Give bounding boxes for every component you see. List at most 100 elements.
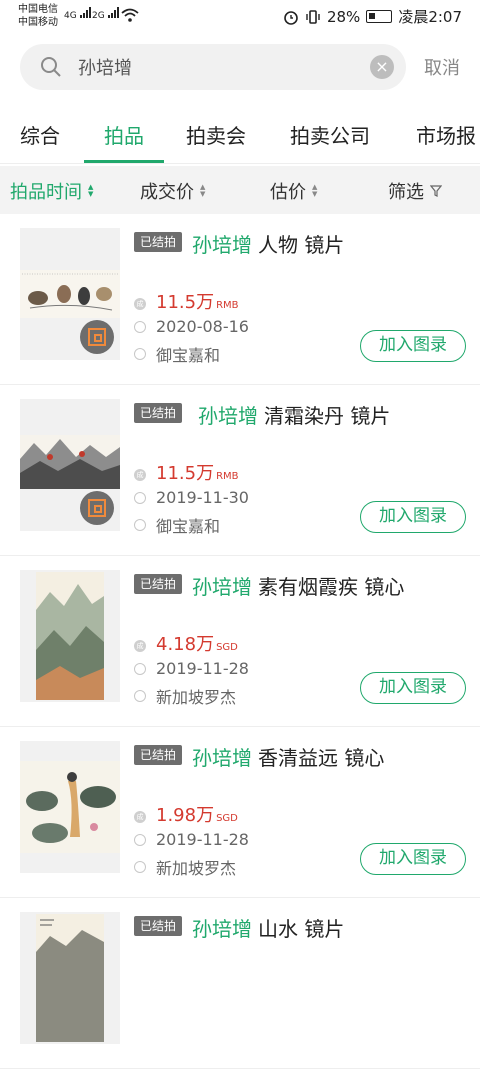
clock-icon: [134, 491, 146, 504]
deal-price: 成 11.5万 RMB: [134, 288, 239, 314]
sort-lot-time-label: 拍品时间: [10, 182, 82, 203]
category-tabs: 综合 拍品 拍卖会 拍卖公司 市场报: [0, 100, 480, 164]
sort-lot-time[interactable]: 拍品时间 ▲ ▼: [10, 178, 93, 204]
tab-lots[interactable]: 拍品: [104, 120, 144, 149]
status-badge: 已结拍: [134, 916, 183, 936]
house-icon: [134, 861, 146, 873]
lot-thumbnail[interactable]: [20, 570, 120, 702]
price-icon: 成: [134, 811, 146, 823]
house-icon: [134, 519, 146, 531]
auction-house: 御宝嘉和: [134, 342, 220, 366]
artist-name[interactable]: 孙培增: [192, 746, 252, 770]
clear-search-icon[interactable]: ×: [370, 55, 394, 79]
lot-title[interactable]: 孙培增 香清益远 镜心: [192, 742, 384, 771]
artwork-name: 人物 镜片: [258, 233, 345, 257]
add-to-catalog-button[interactable]: 加入图录: [360, 501, 466, 533]
auction-house: 新加坡罗杰: [134, 855, 236, 879]
price-currency: RMB: [216, 300, 239, 311]
artist-name[interactable]: 孙培增: [198, 404, 258, 428]
tab-market-report[interactable]: 市场报: [416, 120, 476, 149]
add-to-catalog-button[interactable]: 加入图录: [360, 672, 466, 704]
house-icon: [134, 348, 146, 360]
date-text: 2019-11-30: [156, 488, 249, 507]
view-360-glyph: [88, 499, 106, 517]
price-currency: RMB: [216, 471, 239, 482]
tab-auctions[interactable]: 拍卖会: [186, 120, 246, 149]
signal-1: 4G: [64, 6, 91, 21]
painting-lotus-figure-image: [20, 761, 120, 853]
price-currency: SGD: [216, 642, 238, 653]
clock-time: 凌晨2:07: [398, 8, 462, 26]
auction-date: 2019-11-28: [134, 830, 249, 849]
lot-thumbnail[interactable]: [20, 228, 120, 360]
date-text: 2019-11-28: [156, 659, 249, 678]
price-icon: 成: [134, 469, 146, 481]
list-item[interactable]: 已结拍 孙培增 人物 镜片 成 11.5万 RMB 2020-08-16 御宝嘉和…: [0, 214, 480, 385]
view-360-icon[interactable]: [80, 320, 114, 354]
artist-name[interactable]: 孙培增: [192, 917, 252, 941]
cancel-button[interactable]: 取消: [424, 54, 460, 80]
auction-house: 新加坡罗杰: [134, 684, 236, 708]
house-text: 御宝嘉和: [156, 346, 221, 365]
sort-estimate[interactable]: 估价 ▲ ▼: [270, 178, 317, 204]
list-item[interactable]: 已结拍 孙培增 素有烟霞疾 镜心 成 4.18万 SGD 2019-11-28 新…: [0, 556, 480, 727]
house-text: 御宝嘉和: [156, 517, 221, 536]
status-badge: 已结拍: [134, 403, 183, 423]
lot-title[interactable]: 孙培增 山水 镜片: [192, 913, 344, 942]
price-icon: 成: [134, 298, 146, 310]
network-type-2: 2G: [92, 11, 105, 21]
add-to-catalog-button[interactable]: 加入图录: [360, 843, 466, 875]
artwork-name: 清霜染丹 镜片: [264, 404, 391, 428]
lot-title[interactable]: 孙培增 人物 镜片: [192, 229, 344, 258]
lot-thumbnail[interactable]: [20, 912, 120, 1044]
alarm-icon: [284, 10, 298, 25]
list-item[interactable]: 已结拍 孙培增 山水 镜片: [0, 898, 480, 1069]
carrier-2: 中国移动: [18, 17, 58, 28]
clock-icon: [134, 320, 146, 333]
price-value: 11.5万: [156, 292, 215, 313]
price-currency: SGD: [216, 813, 238, 824]
auction-date: 2019-11-28: [134, 659, 249, 678]
add-to-catalog-button[interactable]: 加入图录: [360, 330, 466, 362]
clock-icon: [134, 833, 146, 846]
filter-button[interactable]: 筛选: [388, 178, 442, 204]
deal-price: 成 4.18万 SGD: [134, 630, 238, 656]
lot-title[interactable]: 孙培增 素有烟霞疾 镜心: [192, 571, 404, 600]
battery-percent: 28%: [326, 7, 361, 26]
auction-date: 2019-11-30: [134, 488, 249, 507]
filter-funnel-icon: [430, 185, 442, 197]
price-icon: 成: [134, 640, 146, 652]
list-item[interactable]: 已结拍 孙培增 香清益远 镜心 成 1.98万 SGD 2019-11-28 新加…: [0, 727, 480, 898]
price-value: 4.18万: [156, 634, 215, 655]
auction-date: 2020-08-16: [134, 317, 249, 336]
search-box[interactable]: ×: [20, 44, 406, 90]
sort-bar: 拍品时间 ▲ ▼ 成交价 ▲ ▼ 估价 ▲ ▼ 筛选: [0, 166, 480, 214]
search-input[interactable]: [78, 50, 368, 84]
view-360-icon[interactable]: [80, 491, 114, 525]
sort-deal-price[interactable]: 成交价 ▲ ▼: [140, 178, 205, 204]
lot-thumbnail[interactable]: [20, 741, 120, 873]
status-bar: 中国电信 中国移动 4G 2G 28% 凌晨2:07: [0, 0, 480, 34]
sort-caret-icon: ▲ ▼: [312, 183, 318, 198]
carrier-names: 中国电信 中国移动: [18, 3, 58, 29]
sort-estimate-label: 估价: [270, 182, 306, 203]
lot-title[interactable]: 孙培增 清霜染丹 镜片: [198, 400, 390, 429]
search-row: × 取消: [0, 42, 480, 92]
date-text: 2020-08-16: [156, 317, 249, 336]
artist-name[interactable]: 孙培增: [192, 233, 252, 257]
artwork-name: 香清益远 镜心: [258, 746, 385, 770]
artist-name[interactable]: 孙培增: [192, 575, 252, 599]
search-icon: [41, 57, 61, 77]
sort-caret-icon: ▲ ▼: [200, 183, 206, 198]
battery-icon: [366, 10, 393, 23]
tab-auction-houses[interactable]: 拍卖公司: [290, 120, 370, 149]
list-item[interactable]: 已结拍 孙培增 清霜染丹 镜片 成 11.5万 RMB 2019-11-30 御宝…: [0, 385, 480, 556]
lot-list: 已结拍 孙培增 人物 镜片 成 11.5万 RMB 2020-08-16 御宝嘉和…: [0, 214, 480, 1069]
carrier-1: 中国电信: [18, 4, 58, 15]
tab-comprehensive[interactable]: 综合: [20, 120, 60, 149]
lot-thumbnail[interactable]: [20, 399, 120, 531]
clock-icon: [134, 662, 146, 675]
deal-price: 成 1.98万 SGD: [134, 801, 238, 827]
active-tab-indicator: [84, 160, 164, 163]
signal-bars-2-icon: [107, 6, 119, 18]
